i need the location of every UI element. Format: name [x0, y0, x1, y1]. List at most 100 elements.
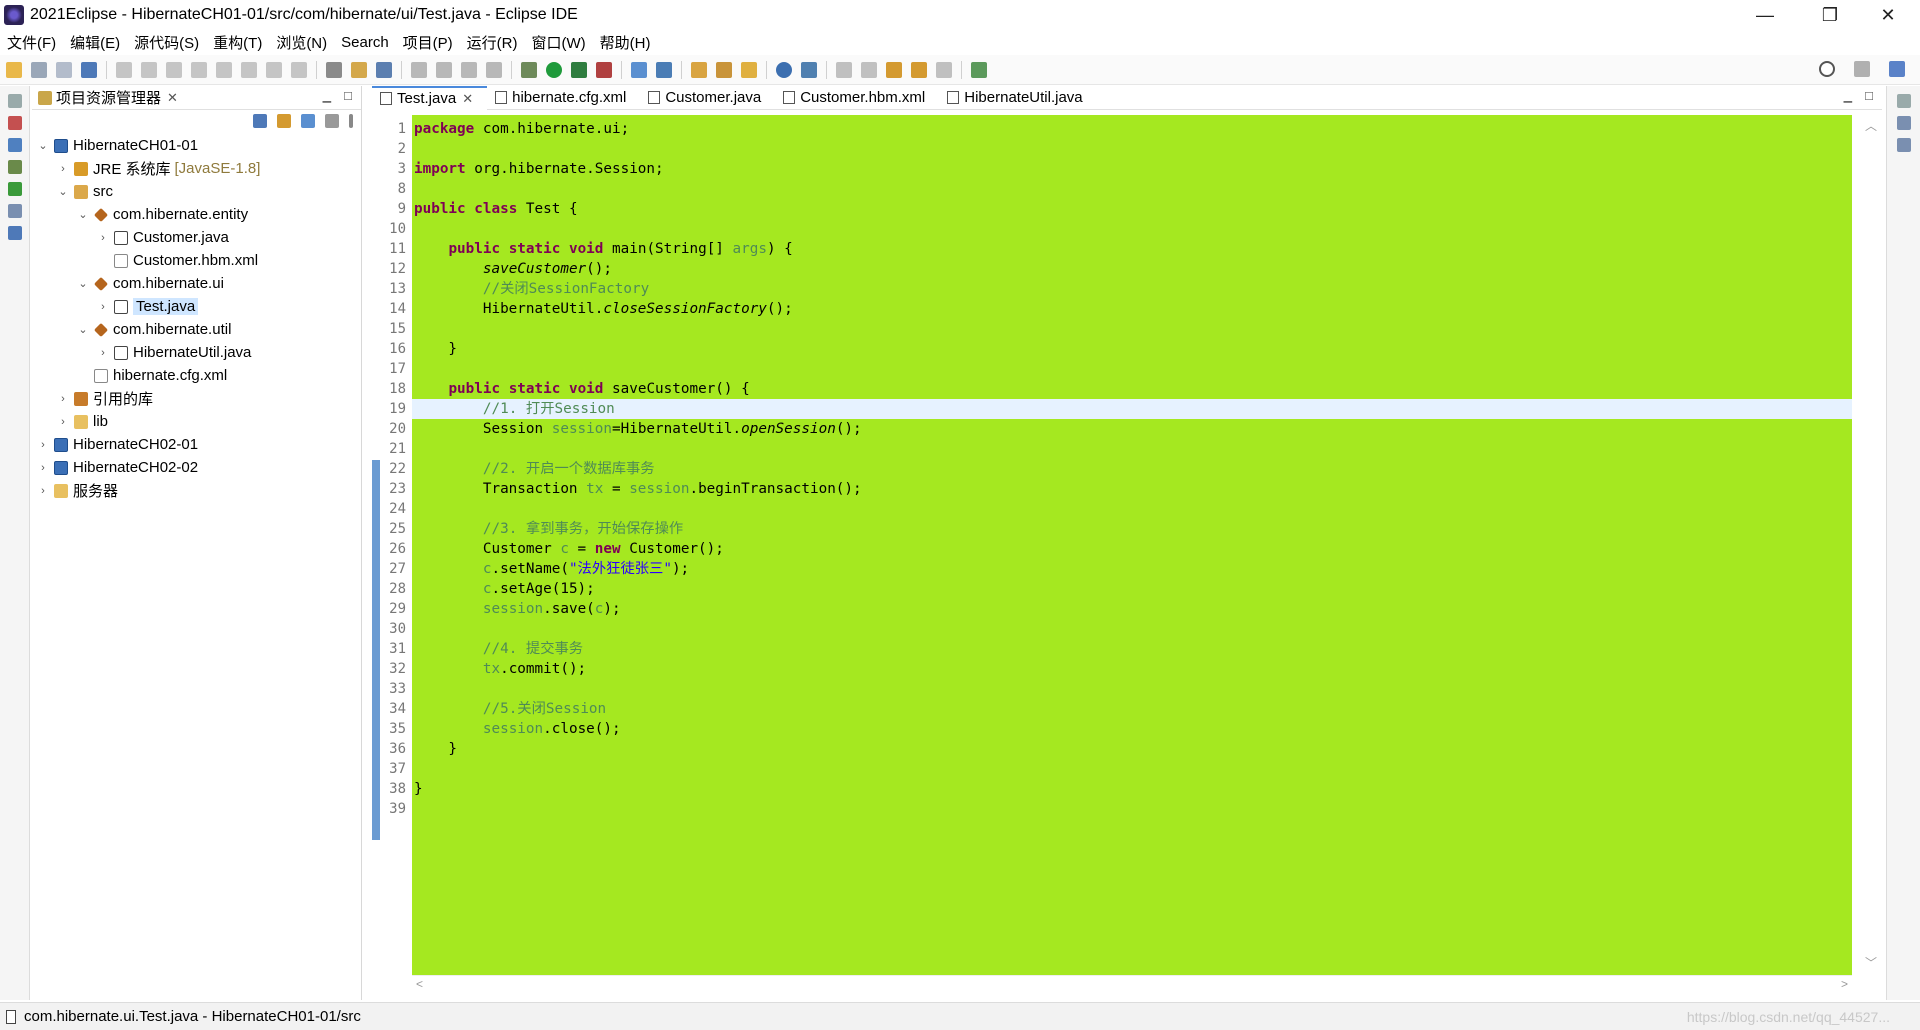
resume-icon[interactable] — [141, 61, 157, 78]
next-annotation-icon[interactable] — [836, 61, 852, 78]
tree-item[interactable]: ⌄ com.hibernate.ui — [76, 272, 224, 295]
focus-icon[interactable] — [325, 114, 339, 128]
tree-item[interactable]: › JRE 系统库 [JavaSE-1.8] — [56, 157, 260, 180]
task-list-icon[interactable] — [1896, 138, 1911, 152]
new-class-icon[interactable] — [656, 61, 672, 78]
menu-search[interactable]: Search — [341, 34, 389, 51]
chevron-right-icon[interactable]: › — [56, 416, 70, 428]
new-server-icon[interactable] — [631, 61, 647, 78]
maximize-editor-icon[interactable]: ☐ — [1864, 90, 1874, 103]
open-project-icon[interactable] — [716, 61, 732, 78]
close-tab-icon[interactable]: ✕ — [462, 91, 473, 107]
tab-project-explorer[interactable]: 项目资源管理器 ✕ — [32, 86, 361, 110]
chevron-down-icon[interactable]: ⌄ — [56, 185, 70, 198]
menu-window[interactable]: 窗口(W) — [532, 32, 586, 53]
suspend-icon[interactable] — [166, 61, 182, 78]
outline-view-icon[interactable] — [7, 138, 22, 152]
terminal-icon[interactable] — [81, 61, 97, 78]
chevron-down-icon[interactable]: ⌄ — [76, 277, 90, 290]
open-folder-icon[interactable] — [691, 61, 707, 78]
save-all-icon[interactable] — [56, 61, 72, 78]
chevron-right-icon[interactable]: › — [36, 439, 50, 451]
disconnect-icon[interactable] — [216, 61, 232, 78]
scroll-right-icon[interactable]: > — [1841, 977, 1848, 991]
search-icon[interactable] — [1819, 61, 1835, 77]
outline-right-icon[interactable] — [1896, 116, 1911, 130]
tree-item[interactable]: › HibernateUtil.java — [96, 341, 251, 364]
filter-icon[interactable] — [301, 114, 315, 128]
link-with-editor-icon[interactable] — [277, 114, 291, 128]
back-icon[interactable] — [911, 61, 927, 78]
scroll-left-icon[interactable]: < — [416, 977, 423, 991]
save-icon[interactable] — [31, 61, 47, 78]
tree-item[interactable]: › 服务器 — [36, 479, 118, 502]
tree-item[interactable]: ⌄ com.hibernate.util — [76, 318, 231, 341]
step-return-icon[interactable] — [291, 61, 307, 78]
block-selection-icon[interactable] — [436, 61, 452, 78]
close-icon[interactable]: ✕ — [167, 90, 178, 106]
open-perspective-icon[interactable] — [1854, 61, 1870, 77]
step-over-icon[interactable] — [266, 61, 282, 78]
tree-item[interactable]: › lib — [56, 410, 108, 433]
tree-item[interactable]: ⌄ com.hibernate.entity — [76, 203, 248, 226]
view-menu-icon[interactable] — [349, 114, 353, 128]
chevron-right-icon[interactable]: › — [36, 485, 50, 497]
restore-right-view-icon[interactable] — [1896, 94, 1911, 108]
minimize-editor-icon[interactable]: ▁ — [1844, 90, 1852, 103]
terminate-icon[interactable] — [191, 61, 207, 78]
menu-edit[interactable]: 编辑(E) — [70, 32, 120, 53]
problems-view-icon[interactable] — [7, 204, 22, 218]
tree-item[interactable]: › Customer.java — [96, 226, 229, 249]
open-task-icon[interactable] — [376, 61, 392, 78]
new-icon[interactable] — [6, 61, 22, 78]
menu-help[interactable]: 帮助(H) — [600, 32, 651, 53]
debug-icon[interactable] — [521, 61, 537, 78]
hierarchy-view-icon[interactable] — [7, 160, 22, 174]
forward-icon[interactable] — [936, 61, 952, 78]
editor-tab[interactable]: HibernateUtil.java — [939, 86, 1096, 110]
console-view-icon[interactable] — [7, 226, 22, 240]
menu-refactor[interactable]: 重构(T) — [213, 32, 262, 53]
chevron-right-icon[interactable]: › — [56, 163, 70, 175]
chevron-right-icon[interactable]: › — [36, 462, 50, 474]
chevron-right-icon[interactable]: › — [96, 232, 110, 244]
restore-button[interactable]: ❐ — [1800, 0, 1860, 30]
minimize-view-icon[interactable]: ▁ — [323, 90, 331, 103]
pencil-icon[interactable] — [741, 61, 757, 78]
menu-navigate[interactable]: 浏览(N) — [276, 32, 327, 53]
menu-file[interactable]: 文件(F) — [7, 32, 56, 53]
tree-item[interactable]: Customer.hbm.xml — [96, 249, 258, 272]
menu-run[interactable]: 运行(R) — [467, 32, 518, 53]
junit-view-icon[interactable] — [7, 182, 22, 196]
restore-view-icon[interactable] — [7, 94, 22, 108]
chevron-down-icon[interactable]: ⌄ — [76, 208, 90, 221]
search-tool-icon[interactable] — [351, 61, 367, 78]
tree-item[interactable]: ⌄ src — [56, 180, 113, 203]
pin-icon[interactable] — [801, 61, 817, 78]
tree-item[interactable]: › HibernateCH02-02 — [36, 456, 198, 479]
previous-annotation-icon[interactable] — [861, 61, 877, 78]
pin-editor-icon[interactable] — [971, 61, 987, 78]
external-tools-icon[interactable] — [596, 61, 612, 78]
step-into-icon[interactable] — [241, 61, 257, 78]
servers-view-icon[interactable] — [7, 116, 22, 130]
editor-tab[interactable]: Customer.java — [640, 86, 775, 110]
tree-item[interactable]: › Test.java — [96, 295, 199, 318]
last-edit-icon[interactable] — [886, 61, 902, 78]
editor-tab[interactable]: Test.java ✕ — [372, 85, 488, 110]
skip-breakpoints-icon[interactable] — [116, 61, 132, 78]
tree-item[interactable]: ⌄ HibernateCH01-01 — [36, 134, 198, 157]
chevron-right-icon[interactable]: › — [96, 301, 110, 313]
close-button[interactable]: ✕ — [1858, 0, 1918, 30]
tree-item[interactable]: › 引用的库 — [56, 387, 153, 410]
vertical-scrollbar[interactable]: ︿ ﹀ — [1860, 115, 1882, 975]
java-perspective-icon[interactable] — [1889, 61, 1905, 77]
chevron-right-icon[interactable]: › — [96, 347, 110, 359]
editor-tab[interactable]: Customer.hbm.xml — [775, 86, 939, 110]
editor-tab[interactable]: hibernate.cfg.xml — [487, 86, 640, 110]
minimize-button[interactable]: — — [1735, 0, 1795, 30]
chevron-down-icon[interactable]: ⌄ — [36, 139, 50, 152]
tree-item[interactable]: hibernate.cfg.xml — [76, 364, 227, 387]
maximize-view-icon[interactable]: ☐ — [343, 90, 353, 103]
coverage-icon[interactable] — [571, 61, 587, 78]
